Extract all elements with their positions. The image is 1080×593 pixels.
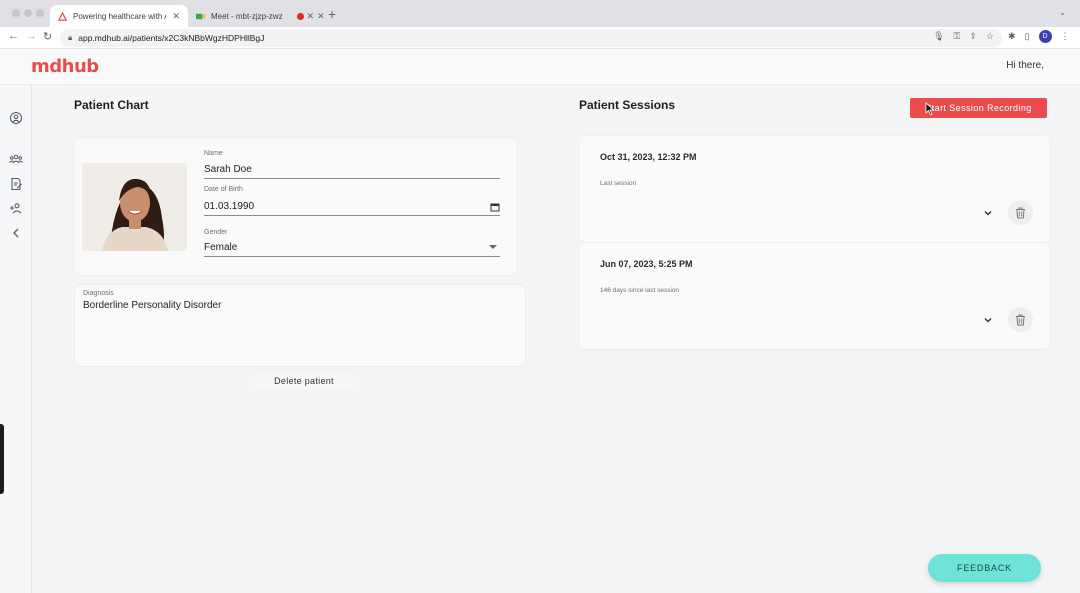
greeting-text: Hi there,	[1006, 60, 1044, 71]
add-user-icon[interactable]	[9, 201, 23, 215]
microphone-icon[interactable]: 🎙︎	[933, 31, 944, 42]
reload-icon[interactable]: ↻	[43, 30, 52, 43]
trash-icon	[1016, 207, 1025, 218]
group-icon[interactable]	[9, 152, 23, 166]
browser-address-bar: ← → ↻ 🔒︎ app.mdhub.ai/patients/x2C3kNBbW…	[0, 27, 1080, 49]
tab-label: Powering healthcare with AI.	[73, 11, 167, 21]
url-field[interactable]: 🔒︎ app.mdhub.ai/patients/x2C3kNBbWgzHDPH…	[60, 29, 1002, 47]
dropdown-arrow-icon[interactable]	[489, 244, 497, 250]
expand-chevron-icon[interactable]	[981, 313, 995, 327]
delete-session-button[interactable]	[1008, 200, 1033, 225]
session-card[interactable]: Oct 31, 2023, 12:32 PM Last session	[579, 136, 1050, 242]
gender-label: Gender	[204, 229, 228, 236]
session-card[interactable]: Jun 07, 2023, 5:25 PM 146 days since las…	[579, 243, 1050, 349]
patient-photo	[82, 163, 187, 251]
forward-arrow-icon[interactable]: →	[26, 30, 37, 42]
diagnosis-value[interactable]: Borderline Personality Disorder	[83, 300, 221, 311]
trash-icon	[1016, 314, 1025, 325]
extensions-puzzle-icon[interactable]: ✱	[1008, 31, 1016, 42]
browser-tab-mdhub[interactable]: Powering healthcare with AI. ✕	[50, 5, 188, 27]
name-label: Name	[204, 150, 223, 157]
gender-select[interactable]: Female	[204, 242, 237, 253]
delete-session-button[interactable]	[1008, 307, 1033, 332]
window-close-dot[interactable]	[12, 9, 20, 17]
share-icon[interactable]: ⇪	[969, 31, 977, 42]
mouse-cursor-icon	[925, 102, 935, 116]
dob-label: Date of Birth	[204, 186, 243, 193]
mdhub-triangle-icon	[58, 11, 67, 21]
bookmark-star-icon[interactable]: ☆	[986, 31, 994, 42]
window-zoom-dot[interactable]	[36, 9, 44, 17]
diagnosis-label: Diagnosis	[83, 290, 114, 297]
collapse-chevron-icon[interactable]	[9, 226, 23, 240]
profile-avatar[interactable]: D	[1038, 30, 1052, 43]
diagnosis-field[interactable]: Diagnosis Borderline Personality Disorde…	[74, 284, 526, 367]
back-arrow-icon[interactable]: ←	[8, 30, 19, 42]
app-header: mdhub Hi there,	[0, 49, 1080, 85]
patient-sessions-title: Patient Sessions	[579, 98, 676, 112]
google-meet-icon	[196, 13, 205, 19]
feedback-button[interactable]: FEEDBACK	[928, 554, 1041, 582]
name-underline	[204, 178, 500, 179]
expand-chevron-icon[interactable]	[981, 206, 995, 220]
lock-icon: 🔒︎	[68, 33, 73, 42]
key-icon[interactable]: ⚿	[954, 31, 961, 42]
edit-note-icon[interactable]	[9, 177, 23, 191]
browser-tab-recording[interactable]: ✕	[288, 5, 325, 27]
session-subtitle: Last session	[600, 180, 637, 187]
window-minimize-dot[interactable]	[24, 9, 32, 17]
close-icon[interactable]: ✕	[317, 11, 325, 22]
delete-patient-button[interactable]: Delete patient	[247, 373, 361, 389]
name-field[interactable]: Sarah Doe	[204, 164, 252, 175]
session-date: Oct 31, 2023, 12:32 PM	[600, 152, 697, 162]
more-menu-icon[interactable]: ⋮	[1061, 31, 1070, 42]
patient-info-card: Name Sarah Doe Date of Birth 01.03.1990 …	[74, 138, 517, 275]
patient-chart-title: Patient Chart	[74, 98, 149, 112]
calendar-icon[interactable]	[490, 202, 500, 212]
url-text: app.mdhub.ai/patients/x2C3kNBbWgzHDPHllB…	[78, 33, 265, 43]
recording-dot-icon	[296, 12, 305, 20]
session-date: Jun 07, 2023, 5:25 PM	[600, 259, 693, 269]
session-subtitle: 146 days since last session	[600, 287, 680, 294]
drawer-handle[interactable]	[0, 424, 4, 494]
new-tab-plus-icon[interactable]: +	[328, 6, 336, 22]
dob-underline	[204, 215, 500, 216]
gender-underline	[204, 256, 500, 257]
browser-tab-bar: Powering healthcare with AI. ✕ Meet - mb…	[0, 0, 1080, 27]
dob-field[interactable]: 01.03.1990	[204, 201, 254, 212]
patient-portrait-image	[82, 163, 187, 251]
tab-search-chevron-icon[interactable]: ⌄	[1059, 8, 1066, 17]
close-icon[interactable]: ✕	[172, 11, 180, 22]
user-circle-icon[interactable]	[9, 111, 23, 125]
sidebar	[0, 85, 32, 593]
mdhub-logo[interactable]: mdhub	[31, 56, 99, 77]
side-panel-icon[interactable]: ▯	[1025, 31, 1030, 42]
